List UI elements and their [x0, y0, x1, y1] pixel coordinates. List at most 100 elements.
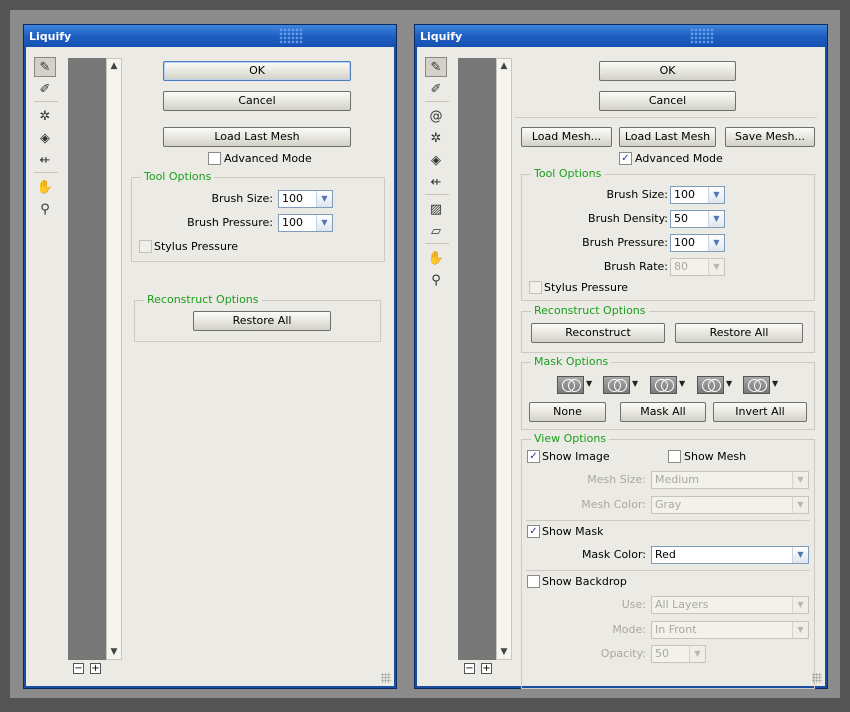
brush-pressure-value: 100 — [674, 236, 695, 249]
vertical-scrollbar[interactable]: ▲ ▼ — [496, 58, 512, 660]
twirl-icon[interactable]: @ — [425, 106, 447, 126]
mask-add-icon[interactable]: ▼ — [603, 375, 639, 395]
invert-all-button[interactable]: Invert All — [713, 402, 807, 422]
load-last-mesh-button[interactable]: Load Last Mesh — [163, 127, 351, 147]
mode-select[interactable]: In Front ▼ — [651, 621, 809, 639]
restore-all-button[interactable]: Restore All — [193, 311, 331, 331]
mask-color-select[interactable]: Red ▼ — [651, 546, 809, 564]
chevron-down-icon[interactable]: ▼ — [708, 235, 724, 251]
divider — [526, 520, 810, 521]
forward-warp-icon[interactable]: ✎ — [425, 57, 447, 77]
tool-separator — [425, 194, 449, 195]
use-layers-select[interactable]: All Layers ▼ — [651, 596, 809, 614]
scroll-down-icon[interactable]: ▼ — [107, 645, 121, 659]
mask-none-button[interactable]: None — [529, 402, 606, 422]
cancel-button[interactable]: Cancel — [163, 91, 351, 111]
scroll-up-icon[interactable]: ▲ — [497, 59, 511, 73]
stylus-pressure-checkbox[interactable] — [529, 281, 542, 294]
freeze-mask-icon[interactable]: ▨ — [425, 199, 447, 219]
opacity-field[interactable]: 50 ▼ — [651, 645, 706, 663]
push-left-icon[interactable]: ⇷ — [425, 172, 447, 192]
chevron-down-icon[interactable]: ▼ — [708, 211, 724, 227]
hand-icon[interactable]: ✋ — [425, 248, 447, 268]
chevron-down-icon[interactable]: ▼ — [792, 547, 808, 563]
mesh-color-select[interactable]: Gray ▼ — [651, 496, 809, 514]
restore-all-button[interactable]: Restore All — [675, 323, 803, 343]
pucker-icon[interactable]: ✲ — [425, 128, 447, 148]
stylus-pressure-label: Stylus Pressure — [154, 240, 239, 253]
zoom-in-button[interactable]: + — [90, 663, 101, 674]
mask-invert-icon[interactable]: ▼ — [743, 375, 779, 395]
resize-grip[interactable] — [812, 673, 822, 683]
preview-canvas[interactable] — [458, 58, 496, 660]
reconstruct-button[interactable]: Reconstruct — [531, 323, 665, 343]
preview-canvas[interactable] — [68, 58, 106, 660]
show-mesh-checkbox[interactable] — [668, 450, 681, 463]
scroll-up-icon[interactable]: ▲ — [107, 59, 121, 73]
tool-palette: ✎ ✐ @ ✲ ◈ ⇷ ▨ ▱ ✋ ⚲ — [425, 57, 449, 292]
title-bar[interactable]: Liquify — [24, 25, 396, 47]
zoom-controls: − + — [458, 660, 512, 676]
mesh-size-label: Mesh Size: — [587, 473, 646, 486]
show-mask-checkbox[interactable]: ✓ — [527, 525, 540, 538]
window-title: Liquify — [420, 30, 463, 43]
mask-replace-icon[interactable]: ▼ — [557, 375, 593, 395]
brush-size-field[interactable]: 100 ▼ — [278, 190, 333, 208]
group-title: View Options — [531, 432, 610, 446]
mesh-size-select[interactable]: Medium ▼ — [651, 471, 809, 489]
cancel-button[interactable]: Cancel — [599, 91, 736, 111]
mode-value: In Front — [655, 623, 697, 636]
show-backdrop-checkbox[interactable] — [527, 575, 540, 588]
brush-size-field[interactable]: 100 ▼ — [670, 186, 725, 204]
chevron-down-icon[interactable]: ▼ — [689, 646, 705, 662]
mask-all-button[interactable]: Mask All — [620, 402, 706, 422]
zoom-out-button[interactable]: − — [464, 663, 475, 674]
brush-density-field[interactable]: 50 ▼ — [670, 210, 725, 228]
load-last-mesh-button[interactable]: Load Last Mesh — [619, 127, 716, 147]
scroll-down-icon[interactable]: ▼ — [497, 645, 511, 659]
save-mesh-button[interactable]: Save Mesh... — [725, 127, 815, 147]
zoom-in-button[interactable]: + — [481, 663, 492, 674]
hand-icon[interactable]: ✋ — [34, 177, 56, 197]
chevron-down-icon[interactable]: ▼ — [708, 259, 724, 275]
zoom-icon[interactable]: ⚲ — [34, 199, 56, 219]
load-mesh-button[interactable]: Load Mesh... — [521, 127, 612, 147]
zoom-out-button[interactable]: − — [73, 663, 84, 674]
vertical-scrollbar[interactable]: ▲ ▼ — [106, 58, 122, 660]
stylus-pressure-checkbox[interactable] — [139, 240, 152, 253]
chevron-down-icon[interactable]: ▼ — [316, 215, 332, 231]
tool-options-group: Tool Options Brush Size: 100 ▼ Brush Pre… — [131, 170, 385, 262]
bloat-icon[interactable]: ◈ — [425, 150, 447, 170]
chevron-down-icon[interactable]: ▼ — [792, 597, 808, 613]
brush-pressure-field[interactable]: 100 ▼ — [670, 234, 725, 252]
brush-size-label: Brush Size: — [211, 192, 273, 205]
ok-button[interactable]: OK — [599, 61, 736, 81]
use-label: Use: — [621, 598, 646, 611]
push-left-icon[interactable]: ⇷ — [34, 150, 56, 170]
pucker-icon[interactable]: ✲ — [34, 106, 56, 126]
brush-pressure-value: 100 — [282, 216, 303, 229]
chevron-down-icon[interactable]: ▼ — [792, 472, 808, 488]
mask-intersect-icon[interactable]: ▼ — [697, 375, 733, 395]
chevron-down-icon[interactable]: ▼ — [792, 622, 808, 638]
ok-button[interactable]: OK — [163, 61, 351, 81]
reconstruct-tool-icon[interactable]: ✐ — [425, 79, 447, 99]
mask-subtract-icon[interactable]: ▼ — [650, 375, 686, 395]
reconstruct-tool-icon[interactable]: ✐ — [34, 79, 56, 99]
chevron-down-icon[interactable]: ▼ — [792, 497, 808, 513]
show-image-checkbox[interactable]: ✓ — [527, 450, 540, 463]
chevron-down-icon[interactable]: ▼ — [708, 187, 724, 203]
advanced-mode-checkbox[interactable] — [208, 152, 221, 165]
forward-warp-icon[interactable]: ✎ — [34, 57, 56, 77]
brush-rate-field[interactable]: 80 ▼ — [670, 258, 725, 276]
brush-pressure-field[interactable]: 100 ▼ — [278, 214, 333, 232]
thaw-mask-icon[interactable]: ▱ — [425, 221, 447, 241]
bloat-icon[interactable]: ◈ — [34, 128, 56, 148]
brush-pressure-label: Brush Pressure: — [582, 236, 668, 249]
resize-grip[interactable] — [381, 673, 391, 683]
zoom-icon[interactable]: ⚲ — [425, 270, 447, 290]
chevron-down-icon[interactable]: ▼ — [316, 191, 332, 207]
advanced-mode-checkbox[interactable]: ✓ — [619, 152, 632, 165]
title-bar[interactable]: Liquify — [415, 25, 827, 47]
brush-density-label: Brush Density: — [588, 212, 668, 225]
